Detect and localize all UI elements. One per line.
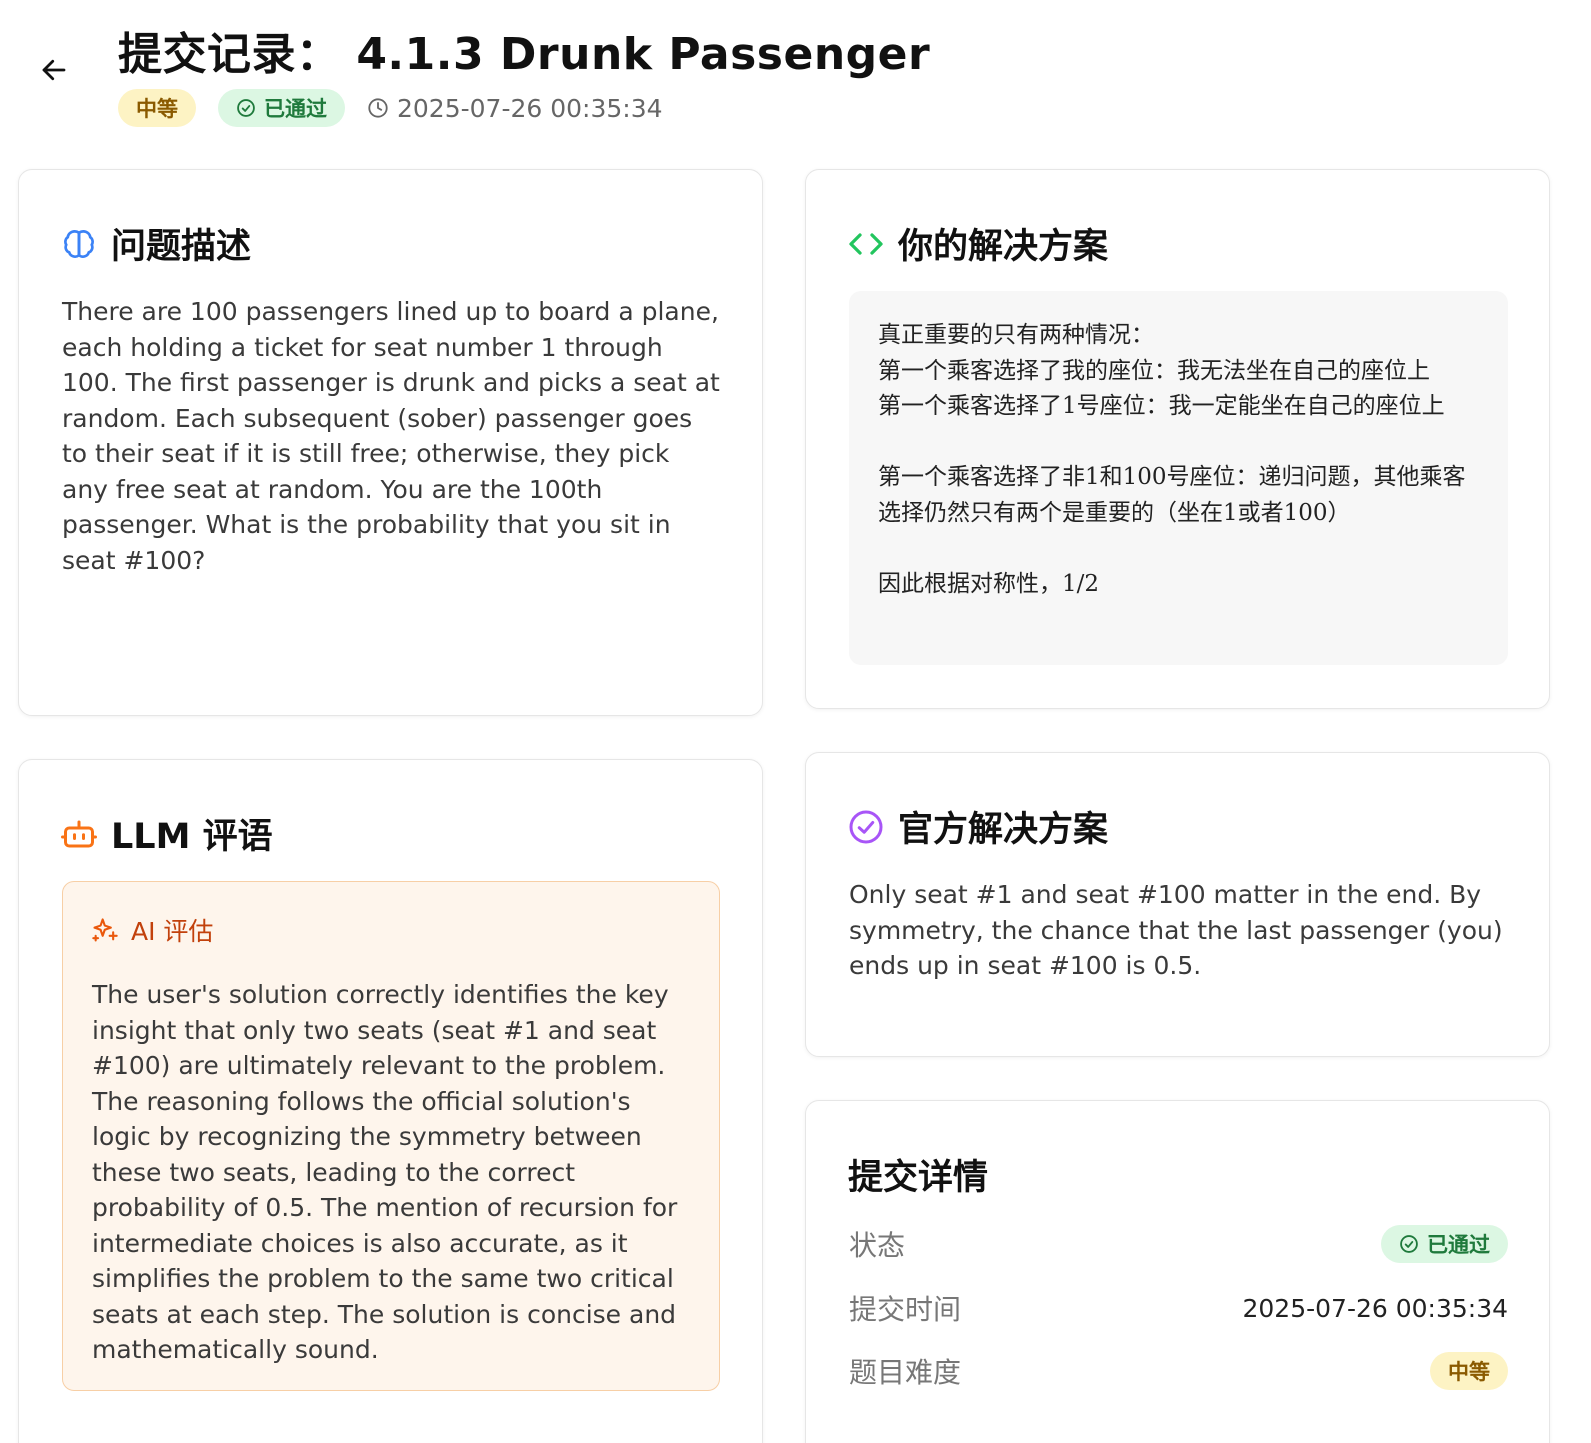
ai-evaluation-label: AI 评估 bbox=[131, 917, 214, 946]
detail-row-time: 提交时间 2025-07-26 00:35:34 bbox=[849, 1288, 1508, 1328]
difficulty-label: 题目难度 bbox=[849, 1356, 962, 1389]
check-circle-icon bbox=[1400, 1235, 1418, 1253]
llm-card-title: LLM 评语 bbox=[61, 808, 273, 859]
ai-evaluation-header: AI 评估 bbox=[91, 912, 213, 948]
detail-row-status: 状态 已通过 bbox=[849, 1224, 1508, 1264]
submission-details-card: 提交详情 状态 已通过 提交时间 2025-07-26 00:35:34 题目难… bbox=[805, 1100, 1550, 1443]
brain-icon bbox=[64, 229, 94, 258]
difficulty-badge: 中等 bbox=[118, 89, 196, 127]
sparkles-icon bbox=[92, 918, 118, 942]
solution-line bbox=[878, 531, 1479, 567]
code-icon bbox=[849, 232, 883, 255]
page-title: 提交记录： 4.1.3 Drunk Passenger bbox=[118, 29, 931, 80]
llm-review-card: LLM 评语 AI 评估 The user's solution correct… bbox=[18, 759, 763, 1443]
status-badge: 已通过 bbox=[218, 89, 345, 127]
timestamp-text: 2025-07-26 00:35:34 bbox=[397, 93, 663, 123]
clock-icon bbox=[368, 98, 388, 118]
detail-status-text: 已通过 bbox=[1427, 1233, 1490, 1257]
arrow-left-icon bbox=[42, 59, 66, 81]
ai-evaluation-text: The user's solution correctly identifies… bbox=[92, 980, 678, 1364]
details-title-text: 提交详情 bbox=[848, 1158, 989, 1198]
detail-status-badge: 已通过 bbox=[1381, 1225, 1508, 1263]
official-title-text: 官方解决方案 bbox=[898, 810, 1109, 850]
page-header: 提交记录： 4.1.3 Drunk Passenger 中等 已通过 2025-… bbox=[0, 0, 1591, 150]
solution-line: 因此根据对称性，1/2 bbox=[878, 570, 1100, 597]
details-card-title: 提交详情 bbox=[848, 1149, 988, 1200]
status-badge-label: 已通过 bbox=[264, 97, 327, 121]
detail-difficulty-badge: 中等 bbox=[1430, 1352, 1508, 1390]
solution-card-title: 你的解决方案 bbox=[848, 218, 1108, 269]
problem-description-card: 问题描述 There are 100 passengers lined up t… bbox=[18, 169, 763, 716]
solution-line: 第一个乘客选择了1号座位：我一定能坐在自己的座位上 bbox=[878, 393, 1445, 419]
problem-text: There are 100 passengers lined up to boa… bbox=[62, 297, 720, 575]
circle-check-icon bbox=[849, 810, 883, 843]
official-solution-card: 官方解决方案 Only seat #1 and seat #100 matter… bbox=[805, 752, 1550, 1057]
problem-title-text: 问题描述 bbox=[111, 227, 252, 267]
solution-line bbox=[878, 425, 1479, 461]
solution-title-text: 你的解决方案 bbox=[898, 227, 1109, 267]
time-value: 2025-07-26 00:35:34 bbox=[1242, 1293, 1508, 1323]
official-card-title: 官方解决方案 bbox=[848, 801, 1108, 852]
check-circle-icon bbox=[237, 99, 255, 117]
submission-timestamp: 2025-07-26 00:35:34 bbox=[367, 94, 663, 123]
solution-code-block: 真正重要的只有两种情况： 第一个乘客选择了我的座位：我无法坐在自己的座位上 第一… bbox=[849, 291, 1508, 665]
official-solution-text: Only seat #1 and seat #100 matter in the… bbox=[849, 880, 1503, 980]
status-label: 状态 bbox=[849, 1229, 906, 1262]
solution-line: 第一个乘客选择了非1和100号座位：递归问题，其他乘客选择仍然只有两个是重要的（… bbox=[878, 464, 1466, 526]
solution-line: 第一个乘客选择了我的座位：我无法坐在自己的座位上 bbox=[878, 357, 1430, 384]
user-solution-card: 你的解决方案 真正重要的只有两种情况： 第一个乘客选择了我的座位：我无法坐在自己… bbox=[805, 169, 1550, 709]
detail-row-difficulty: 题目难度 中等 bbox=[849, 1351, 1508, 1391]
ai-evaluation-box: AI 评估 The user's solution correctly iden… bbox=[62, 881, 720, 1391]
bot-icon bbox=[61, 820, 97, 847]
header-meta: 中等 已通过 2025-07-26 00:35:34 bbox=[118, 88, 663, 128]
llm-title-text: LLM 评语 bbox=[111, 817, 273, 857]
time-label: 提交时间 bbox=[849, 1293, 962, 1326]
solution-line: 真正重要的只有两种情况： bbox=[878, 322, 1154, 348]
back-button[interactable] bbox=[34, 50, 74, 90]
problem-card-title: 问题描述 bbox=[61, 218, 251, 269]
